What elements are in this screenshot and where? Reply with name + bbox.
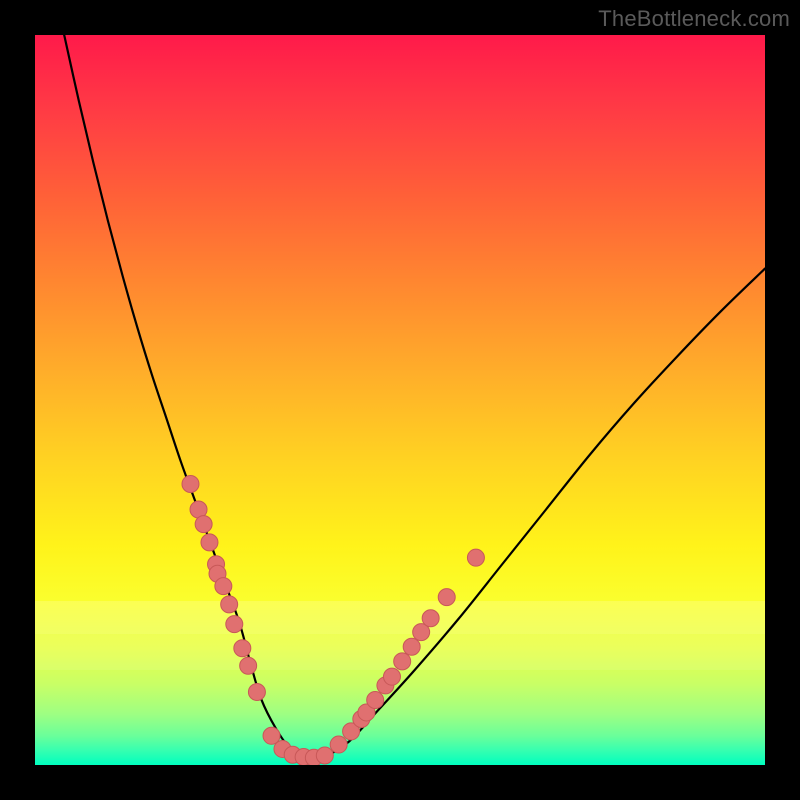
curve-marker: [234, 640, 251, 657]
bottleneck-curve-path: [64, 35, 765, 759]
curve-marker: [248, 684, 265, 701]
curve-marker: [215, 578, 232, 595]
curve-marker: [438, 589, 455, 606]
curve-marker: [367, 692, 384, 709]
curve-marker: [422, 610, 439, 627]
curve-marker: [201, 534, 218, 551]
chart-frame: TheBottleneck.com: [0, 0, 800, 800]
curve-marker: [358, 704, 375, 721]
curve-marker: [263, 727, 280, 744]
plot-area: [35, 35, 765, 765]
haze-band-upper: [35, 601, 765, 634]
bottleneck-curve-svg: [35, 35, 765, 765]
curve-marker: [413, 624, 430, 641]
curve-marker: [467, 549, 484, 566]
curve-marker: [353, 711, 370, 728]
curve-marker: [343, 723, 360, 740]
curve-marker: [284, 746, 301, 763]
curve-marker: [240, 657, 257, 674]
curve-marker: [377, 677, 394, 694]
curve-marker: [208, 556, 225, 573]
curve-markers: [182, 475, 484, 765]
curve-marker: [190, 501, 207, 518]
curve-marker: [316, 747, 333, 764]
curve-marker: [403, 638, 420, 655]
curve-marker: [221, 596, 238, 613]
watermark-text: TheBottleneck.com: [598, 6, 790, 32]
curve-marker: [195, 516, 212, 533]
curve-marker: [182, 475, 199, 492]
curve-marker: [226, 616, 243, 633]
curve-marker: [274, 740, 291, 757]
curve-marker: [209, 565, 226, 582]
curve-marker: [295, 748, 312, 765]
curve-marker: [305, 749, 322, 765]
curve-marker: [383, 668, 400, 685]
haze-band-lower: [35, 634, 765, 671]
curve-marker: [394, 653, 411, 670]
curve-marker: [330, 736, 347, 753]
